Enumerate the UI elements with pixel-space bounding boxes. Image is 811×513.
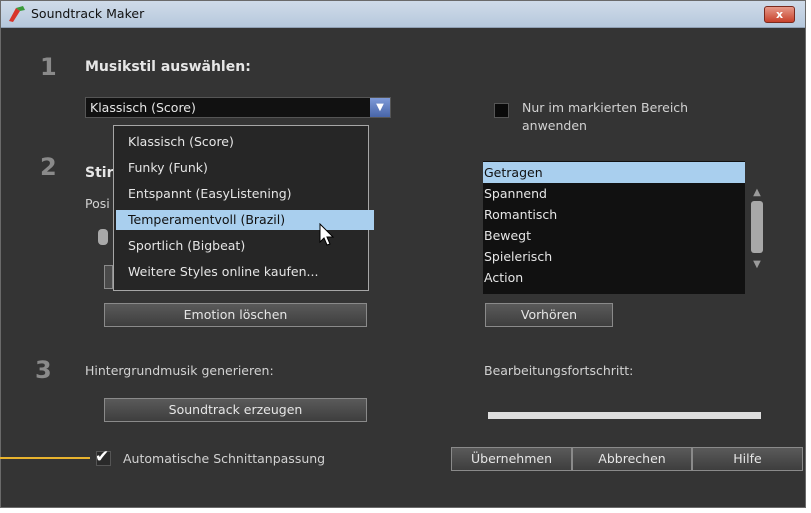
range-only-label-line2: anwenden <box>522 118 587 133</box>
music-style-dropdown-list[interactable]: Klassisch (Score) Funky (Funk) Entspannt… <box>113 125 374 291</box>
generate-label: Hintergrundmusik generieren: <box>85 363 274 378</box>
style-option-klassisch[interactable]: Klassisch (Score) <box>126 132 354 152</box>
music-style-select[interactable]: Klassisch (Score) ▼ <box>85 97 391 118</box>
emotion-item-romantisch[interactable]: Romantisch <box>483 204 745 225</box>
emotion-heading-partial: Stir <box>85 165 114 181</box>
step-number-1: 1 <box>40 53 57 81</box>
callout-line <box>0 457 90 459</box>
soundtrack-app-icon <box>9 6 25 22</box>
cancel-button[interactable]: Abbrechen <box>572 447 692 471</box>
preview-button[interactable]: Vorhören <box>485 303 613 327</box>
soundtrack-maker-window: Soundtrack Maker x 1 Musikstil auswählen… <box>0 0 806 508</box>
emotion-item-action[interactable]: Action <box>483 267 745 288</box>
scroll-down-arrow-icon[interactable]: ▼ <box>751 259 763 270</box>
style-option-funky[interactable]: Funky (Funk) <box>126 158 354 178</box>
position-label-partial: Posi <box>85 196 110 211</box>
title-bar: Soundtrack Maker x <box>1 1 805 28</box>
emotion-list[interactable]: Getragen Spannend Romantisch Bewegt Spie… <box>483 161 745 294</box>
emotion-item-bewegt[interactable]: Bewegt <box>483 225 745 246</box>
music-style-heading: Musikstil auswählen: <box>85 59 251 75</box>
step-number-2: 2 <box>40 153 57 181</box>
style-option-more-online[interactable]: Weitere Styles online kaufen... <box>126 262 354 282</box>
close-button[interactable]: x <box>764 6 795 23</box>
position-slider-handle[interactable] <box>98 229 108 245</box>
apply-button[interactable]: Übernehmen <box>451 447 572 471</box>
mouse-pointer-icon <box>319 223 335 246</box>
auto-fit-label: Automatische Schnittanpassung <box>123 451 326 466</box>
dropdown-arrow-icon[interactable]: ▼ <box>370 98 390 117</box>
window-title: Soundtrack Maker <box>31 6 145 21</box>
processing-progress-bar <box>488 412 761 419</box>
help-button[interactable]: Hilfe <box>692 447 803 471</box>
range-only-checkbox[interactable] <box>494 103 509 118</box>
delete-emotion-button[interactable]: Emotion löschen <box>104 303 367 327</box>
music-style-selected-value: Klassisch (Score) <box>90 100 196 115</box>
emotion-item-getragen[interactable]: Getragen <box>483 162 745 183</box>
range-only-label-line1: Nur im markierten Bereich <box>522 100 689 115</box>
emotion-item-spielerisch[interactable]: Spielerisch <box>483 246 745 267</box>
scroll-up-arrow-icon[interactable]: ▲ <box>751 187 763 198</box>
emotion-list-scrollbar-thumb[interactable] <box>751 201 763 253</box>
checkmark-icon: ✔ <box>95 447 110 467</box>
step-number-3: 3 <box>35 356 52 384</box>
generate-soundtrack-button[interactable]: Soundtrack erzeugen <box>104 398 367 422</box>
auto-fit-checkbox[interactable]: ✔ <box>95 447 111 467</box>
emotion-item-spannend[interactable]: Spannend <box>483 183 745 204</box>
hidden-button-stub[interactable] <box>104 265 113 289</box>
style-option-entspannt[interactable]: Entspannt (EasyListening) <box>126 184 354 204</box>
progress-label: Bearbeitungsfortschritt: <box>484 363 634 378</box>
